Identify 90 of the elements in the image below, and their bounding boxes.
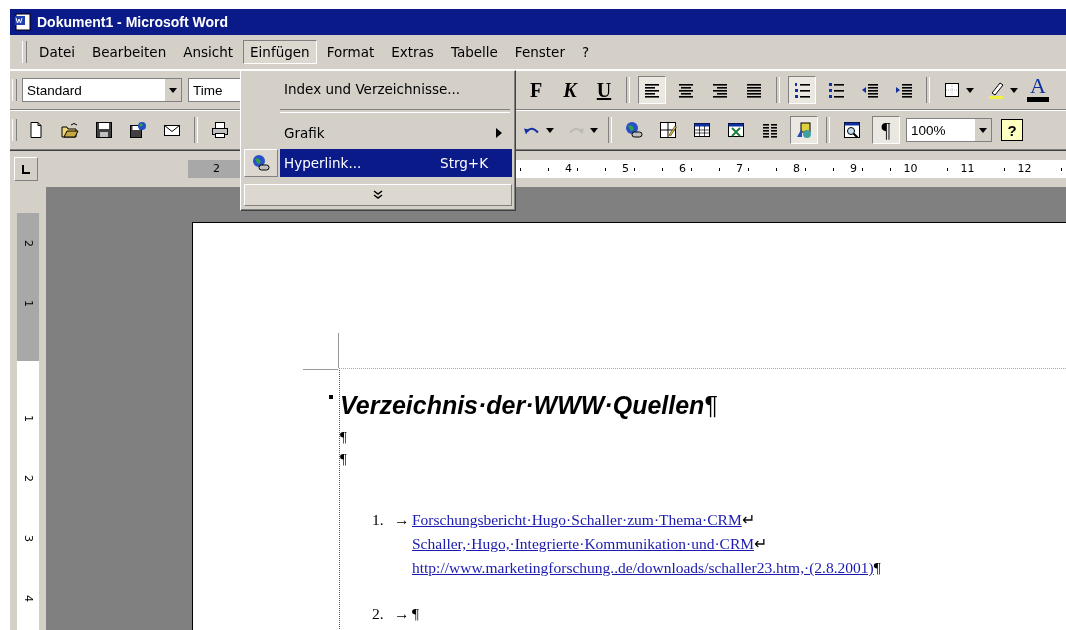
menu-item[interactable]: Extras [384,40,441,64]
caret-icon [546,127,554,133]
ruler-number: 3 [21,534,35,542]
globe-icon [252,154,270,172]
line-break-mark: ¶ [873,558,881,578]
indent-icon [895,81,913,99]
outdent-icon [861,81,879,99]
style-dropdown[interactable]: Standard [22,78,182,102]
paragraph-mark: ¶ [412,604,420,624]
ruler-number: 2 [211,162,222,175]
align-center-icon [677,81,695,99]
borders-icon [943,81,961,99]
list-number: 2. [372,604,385,624]
ruler-number: 7 [734,162,745,175]
tab-mark: → [394,510,411,530]
spreadsheet-icon [727,121,745,139]
submenu-arrow-icon [496,128,502,138]
columns-icon [761,121,779,139]
menu-item[interactable]: Format [319,40,382,64]
font-color-button[interactable]: A [1026,75,1050,105]
highlighter-icon [987,81,1005,99]
expand-menu-button[interactable] [244,184,512,206]
tab-mark: → [394,604,411,624]
shapes-button[interactable] [790,116,818,144]
double-chevron-icon [373,190,383,200]
bold-button[interactable]: F [522,76,550,104]
app-icon [14,13,32,31]
align-left-icon [643,81,661,99]
ruler-number: 8 [791,162,802,175]
folder-icon [61,121,79,139]
menu-item[interactable]: Fenster [507,40,572,64]
line-break-mark: ↵ [741,510,755,530]
show-marks-button[interactable]: ¶ [872,116,900,144]
ruler-number: 5 [620,162,631,175]
ruler-number: 1 [21,299,35,307]
table-pencil-icon [659,121,677,139]
heading: Verzeichnis·der·WWW·Quellen [340,391,705,420]
paragraph-mark: ¶ [340,451,347,467]
paragraph-mark: ¶ [340,429,347,445]
menu-entry[interactable]: Grafik [244,118,512,148]
tab-stop-selector[interactable] [14,157,38,181]
ruler-number: 4 [21,594,35,602]
printer-icon [211,121,229,139]
bulleted-list-icon [827,81,845,99]
help-button[interactable]: ? [998,116,1026,144]
justify-icon [745,81,763,99]
align-left-button[interactable] [638,76,666,104]
shapes-icon [795,121,813,139]
ruler-number: 9 [848,162,859,175]
align-right-icon [711,81,729,99]
menu-item[interactable]: Bearbeiten [85,40,174,64]
ruler-number: 11 [958,162,977,175]
ruler-number: 6 [677,162,688,175]
undo-icon [523,125,541,135]
document-magnifier-icon [843,121,861,139]
hyperlink[interactable]: Forschungsbericht·Hugo·Schaller·zum·Thema·CRM [412,508,742,532]
italic-button[interactable]: K [556,76,584,104]
menu-item[interactable]: Einfügen [243,40,317,64]
paragraph-mark: ¶ [704,391,718,420]
caret-icon [590,127,598,133]
caret-icon [169,87,177,93]
hyperlink[interactable]: Schaller,·Hugo,·Integrierte·Kommunikation·und·CRM [412,532,755,556]
ruler-number: 1 [21,414,35,422]
list-number: 1. [372,510,385,530]
zoom-dropdown[interactable]: 100% [906,118,992,142]
menu-item[interactable]: Datei [32,40,83,64]
menu-item[interactable]: ? [574,40,597,64]
globe-icon [625,121,643,139]
underline-button[interactable]: U [590,76,618,104]
numbered-list-button[interactable] [788,76,816,104]
document-icon [27,121,45,139]
ruler-number: 2 [21,474,35,482]
left-tab-icon [22,164,30,174]
paragraph-mark-icon [329,395,333,399]
table-icon [693,121,711,139]
hyperlink[interactable]: http://www.marketingforschung..de/downloads/schaller23.htm,·(2.8.2001) [412,556,874,580]
ruler-number: 4 [563,162,574,175]
menu-item[interactable]: Tabelle [443,40,505,64]
line-break-mark: ↵ [754,534,768,554]
floppy-globe-icon [129,121,147,139]
ruler-number: 12 [1015,162,1034,175]
ruler-number: 10 [901,162,920,175]
caret-icon [979,127,987,133]
caret-icon [966,87,974,93]
redo-icon [567,125,585,135]
ruler-number: 2 [21,239,35,247]
window-title: Dokument1 - Microsoft Word [37,14,229,30]
menu-item[interactable]: Ansicht [176,40,241,64]
numbered-list-icon [793,81,811,99]
caret-icon [1010,87,1018,93]
